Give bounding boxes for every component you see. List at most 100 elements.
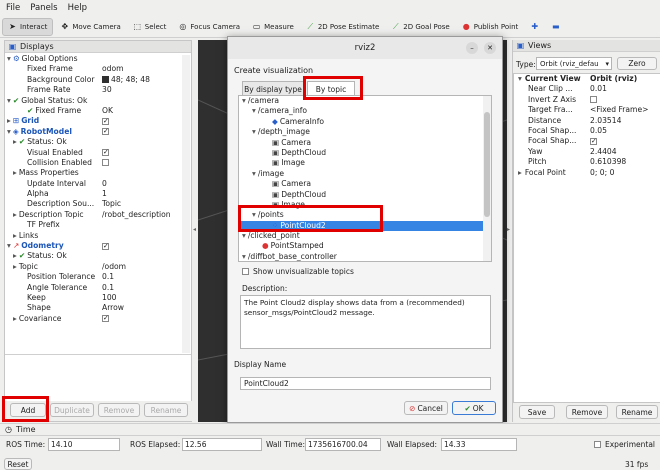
wall-elapsed-field[interactable]: 14.33 <box>441 438 517 451</box>
display-property-row[interactable]: Frame Rate 30 <box>5 85 191 95</box>
move-camera-tool-button[interactable]: ✥ Move Camera <box>55 18 125 36</box>
display-property-row[interactable]: ▸ Covariance <box>5 313 191 324</box>
topic-item[interactable]: ▣ DepthCloud <box>239 148 491 158</box>
goal-pose-tool-button[interactable]: ⟋ 2D Goal Pose <box>386 18 454 36</box>
collapsed-arrow-icon[interactable]: ▸ <box>13 262 17 271</box>
expanded-arrow-icon[interactable]: ▾ <box>242 231 246 240</box>
display-property-row[interactable]: ▸ Mass Properties <box>5 168 191 178</box>
display-property-row[interactable]: Description Sou... Topic <box>5 199 191 209</box>
display-property-row[interactable]: Shape Arrow <box>5 303 191 313</box>
color-swatch[interactable] <box>102 76 109 84</box>
expanded-arrow-icon[interactable]: ▾ <box>7 54 11 63</box>
experimental-row[interactable]: Experimental <box>594 440 655 449</box>
topic-item[interactable]: ▣ Image <box>239 200 491 210</box>
ros-time-field[interactable]: 14.10 <box>48 438 120 451</box>
view-property-row[interactable]: Invert Z Axis <box>514 95 660 105</box>
checkbox[interactable] <box>590 136 597 146</box>
topic-item[interactable]: ▣ Camera <box>239 138 491 148</box>
views-type-select[interactable]: Orbit (rviz_defau ▾ <box>536 57 612 70</box>
measure-tool-button[interactable]: ▭ Measure <box>247 18 299 36</box>
menu-panels[interactable]: Panels <box>30 3 57 13</box>
view-property-row[interactable]: Pitch 0.610398 <box>514 157 660 167</box>
menu-help[interactable]: Help <box>68 3 87 13</box>
left-splitter-arrow[interactable]: ◂ <box>193 226 197 234</box>
collapsed-arrow-icon[interactable]: ▸ <box>13 231 17 240</box>
views-rename-button[interactable]: Rename <box>616 405 658 419</box>
menu-file[interactable]: File <box>6 3 20 13</box>
show-unvisualizable-row[interactable]: Show unvisualizable topics <box>242 267 354 276</box>
displays-scrollbar[interactable] <box>182 55 190 353</box>
view-property-row[interactable]: Near Clip ... 0.01 <box>514 84 660 94</box>
checkbox[interactable] <box>102 147 109 157</box>
display-property-row[interactable]: Fixed Frame odom <box>5 64 191 74</box>
collapsed-arrow-icon[interactable]: ▸ <box>13 137 17 146</box>
display-property-row[interactable]: ▸ ✔ Status: Ok <box>5 137 191 147</box>
collapsed-arrow-icon[interactable]: ▸ <box>13 168 17 177</box>
topic-item[interactable]: ● PointStamped <box>239 241 491 251</box>
expanded-arrow-icon[interactable]: ▾ <box>242 252 246 261</box>
focus-camera-tool-button[interactable]: ◎ Focus Camera <box>173 18 245 36</box>
topic-item[interactable]: ▾/depth_image <box>239 127 491 137</box>
topic-item[interactable]: ▣ Image <box>239 158 491 168</box>
reset-button[interactable]: Reset <box>4 458 32 470</box>
show-unvisualizable-checkbox[interactable] <box>242 268 249 275</box>
add-display-button[interactable]: Add <box>10 403 46 417</box>
display-property-row[interactable]: Update Interval 0 <box>5 179 191 189</box>
collapsed-arrow-icon[interactable]: ▸ <box>13 210 17 219</box>
expanded-arrow-icon[interactable]: ▾ <box>7 96 11 105</box>
expanded-arrow-icon[interactable]: ▾ <box>242 96 246 105</box>
display-property-row[interactable]: Position Tolerance 0.1 <box>5 272 191 282</box>
view-property-row[interactable]: Focal Shap... 0.05 <box>514 126 660 136</box>
checkbox[interactable] <box>590 96 597 104</box>
checkbox[interactable] <box>102 313 109 324</box>
topic-item[interactable]: ◆ CameraInfo <box>239 117 491 127</box>
wall-time-field[interactable]: 1735616700.04 <box>305 438 381 451</box>
display-property-row[interactable]: Visual Enabled <box>5 147 191 158</box>
topic-item[interactable]: ▾/camera_info <box>239 106 491 116</box>
display-property-row[interactable]: Collision Enabled <box>5 158 191 168</box>
display-property-row[interactable]: ▸ Links <box>5 231 191 241</box>
view-property-row[interactable]: ▾ Current View Orbit (rviz) <box>514 74 660 84</box>
close-icon[interactable]: ✕ <box>484 42 496 54</box>
minimize-icon[interactable]: – <box>466 42 478 54</box>
view-property-row[interactable]: Yaw 2.4404 <box>514 147 660 157</box>
scrollbar-thumb[interactable] <box>484 112 490 217</box>
rename-display-button[interactable]: Rename <box>144 403 188 417</box>
views-remove-button[interactable]: Remove <box>566 405 608 419</box>
display-property-row[interactable]: ▾ ◈ RobotModel <box>5 126 191 137</box>
collapsed-arrow-icon[interactable]: ▸ <box>7 116 11 125</box>
display-property-row[interactable]: Background Color 48; 48; 48 <box>5 75 191 85</box>
collapsed-arrow-icon[interactable]: ▸ <box>13 314 17 323</box>
select-tool-button[interactable]: ⬚ Select <box>128 18 172 36</box>
cancel-button[interactable]: ⊘ Cancel <box>404 401 448 415</box>
remove-display-button[interactable]: Remove <box>98 403 140 417</box>
display-property-row[interactable]: Alpha 1 <box>5 189 191 199</box>
add-tool-button[interactable]: ✚ <box>525 18 544 36</box>
expanded-arrow-icon[interactable]: ▾ <box>252 127 256 136</box>
topic-item[interactable]: ▾/camera <box>239 96 491 106</box>
expanded-arrow-icon[interactable]: ▾ <box>252 106 256 115</box>
topic-item[interactable]: ▣ DepthCloud <box>239 190 491 200</box>
remove-tool-button[interactable]: ▬ <box>546 18 565 36</box>
display-property-row[interactable]: ✔ Fixed Frame OK <box>5 106 191 116</box>
checkbox[interactable] <box>102 116 109 126</box>
topic-item[interactable]: ▾/image <box>239 169 491 179</box>
duplicate-display-button[interactable]: Duplicate <box>50 403 94 417</box>
checkbox[interactable] <box>102 126 109 137</box>
display-property-row[interactable]: TF Prefix <box>5 220 191 230</box>
topic-item[interactable]: ▣ Camera <box>239 179 491 189</box>
display-property-row[interactable]: Keep 100 <box>5 293 191 303</box>
expanded-arrow-icon[interactable]: ▾ <box>252 210 256 219</box>
collapsed-arrow-icon[interactable]: ▸ <box>518 168 522 177</box>
checkbox[interactable] <box>102 159 109 167</box>
view-property-row[interactable]: ▸ Focal Point 0; 0; 0 <box>514 168 660 178</box>
expanded-arrow-icon[interactable]: ▾ <box>7 127 11 136</box>
views-save-button[interactable]: Save <box>519 405 555 419</box>
display-property-row[interactable]: Angle Tolerance 0.1 <box>5 283 191 293</box>
display-property-row[interactable]: ▾ ↗ Odometry <box>5 241 191 251</box>
display-property-row[interactable]: ▸ Topic/odom <box>5 262 191 272</box>
expanded-arrow-icon[interactable]: ▾ <box>7 241 11 250</box>
topic-item[interactable]: ▾/points <box>239 210 491 220</box>
display-property-row[interactable]: ▸ Description Topic/robot_description <box>5 210 191 220</box>
expanded-arrow-icon[interactable]: ▾ <box>518 74 522 83</box>
